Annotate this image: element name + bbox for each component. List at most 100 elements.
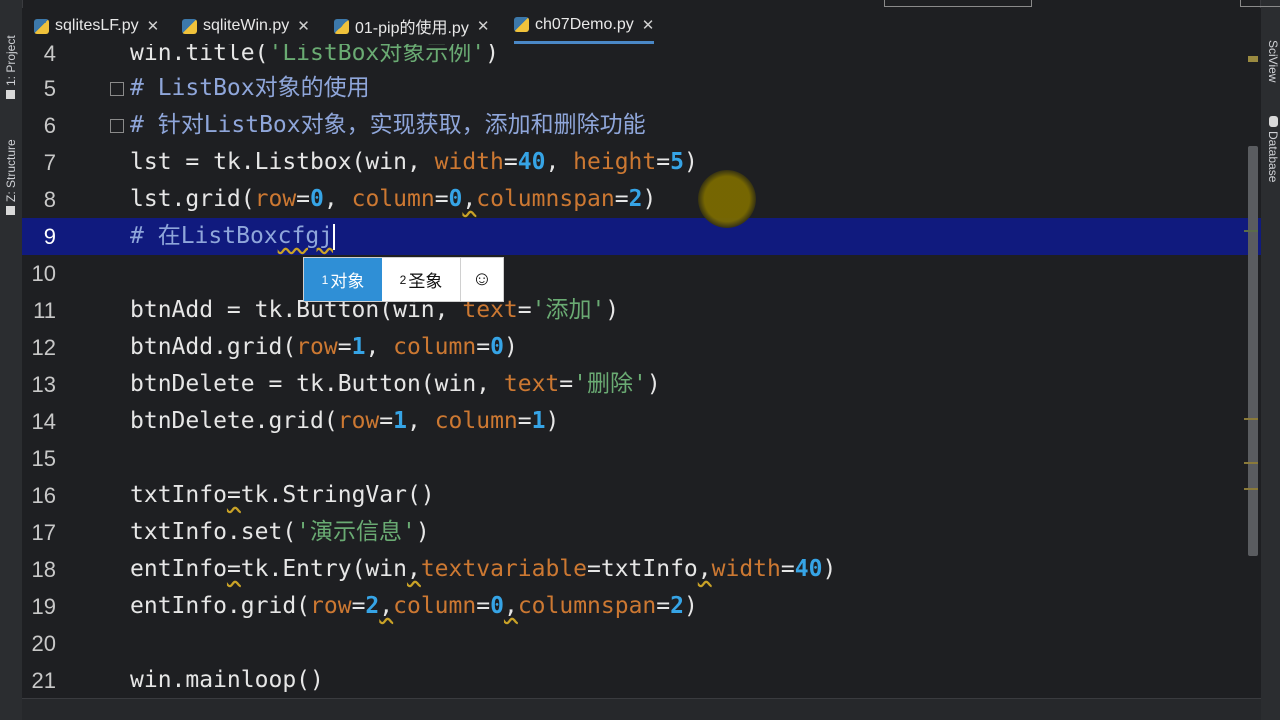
- close-icon[interactable]: ✕: [642, 16, 655, 34]
- ime-candidate-2[interactable]: 2 圣象: [382, 258, 461, 301]
- line-number: 19: [31, 594, 56, 619]
- code-text: lst = tk.Listbox(win, width=40, height=5…: [130, 149, 698, 175]
- code-line: 19 entInfo.grid(row=2,column=0,columnspa…: [22, 588, 1261, 625]
- candidate-index: 2: [399, 272, 407, 287]
- line-number: 14: [31, 409, 56, 434]
- line-number: 5: [43, 76, 56, 101]
- error-stripe-marker[interactable]: [1244, 230, 1258, 232]
- tab-label: sqliteWin.py: [203, 17, 290, 34]
- python-file-icon: [182, 18, 197, 34]
- code-text: # 针对ListBox对象，实现获取，添加和删除功能: [130, 112, 646, 138]
- code-text: # ListBox对象的使用: [130, 75, 370, 101]
- tab-label: 01-pip的使用.py: [355, 20, 469, 37]
- code-text: lst.grid(row=0, column=0,columnspan=2): [130, 186, 657, 212]
- error-stripe-marker[interactable]: [1244, 462, 1258, 464]
- folder-icon: [6, 90, 16, 99]
- candidate-text: 圣象: [408, 272, 443, 291]
- close-icon[interactable]: ✕: [297, 17, 310, 35]
- close-icon[interactable]: ✕: [477, 17, 490, 35]
- tab-ch07demo[interactable]: ch07Demo.py ✕: [514, 8, 655, 44]
- line-number: 8: [43, 187, 56, 212]
- mouse-cursor-highlight: [698, 170, 756, 228]
- code-text: entInfo=tk.Entry(win,textvariable=txtInf…: [130, 556, 837, 582]
- code-text: win.mainloop(): [130, 667, 324, 693]
- python-file-icon: [334, 18, 349, 34]
- line-number: 6: [43, 113, 56, 138]
- code-line: 7 lst = tk.Listbox(win, width=40, height…: [22, 144, 1261, 181]
- toolbar-edge: [1240, 0, 1280, 7]
- code-line: 16 txtInfo=tk.StringVar(): [22, 477, 1261, 514]
- line-number: 15: [31, 446, 56, 471]
- fold-icon[interactable]: [110, 119, 124, 133]
- line-number: 4: [43, 44, 56, 66]
- line-number: 9: [43, 224, 56, 249]
- fold-icon[interactable]: [110, 82, 124, 96]
- code-line: 12 btnAdd.grid(row=1, column=0): [22, 329, 1261, 366]
- python-file-icon: [514, 17, 529, 32]
- bottom-tool-strip: [22, 698, 1261, 720]
- candidate-index: 1: [321, 272, 329, 287]
- sciview-tab-label: SciView: [1266, 40, 1280, 83]
- line-number: 13: [31, 372, 56, 397]
- line-number: 7: [43, 150, 56, 175]
- structure-tool-tab[interactable]: Z: Structure: [2, 126, 20, 218]
- code-line: 13 btnDelete = tk.Button(win, text='删除'): [22, 366, 1261, 403]
- right-tool-strip: SciView Database: [1260, 0, 1280, 720]
- error-stripe-marker[interactable]: [1244, 418, 1258, 420]
- code-line: 5 # ListBox对象的使用: [22, 70, 1261, 107]
- code-text: win.title('ListBox对象示例'): [130, 44, 499, 66]
- code-line: 17 txtInfo.set('演示信息'): [22, 514, 1261, 551]
- tab-sqliteslf[interactable]: sqlitesLF.py ✕: [34, 8, 159, 44]
- line-number: 11: [33, 298, 56, 323]
- ime-candidate-popup: 1 对象 2 圣象 ☺: [303, 257, 504, 302]
- close-icon[interactable]: ✕: [147, 17, 160, 35]
- emoji-icon[interactable]: ☺: [461, 258, 503, 301]
- line-number: 12: [31, 335, 56, 360]
- project-tool-tab[interactable]: 1: Project: [2, 20, 20, 102]
- inspection-status-marker[interactable]: [1248, 56, 1258, 62]
- candidate-text: 对象: [330, 272, 365, 291]
- tab-pip-usage[interactable]: 01-pip的使用.py ✕: [334, 8, 489, 44]
- editor-scrollbar[interactable]: [1248, 146, 1258, 556]
- line-number: 21: [31, 668, 56, 693]
- error-stripe-marker[interactable]: [1244, 488, 1258, 490]
- line-number: 20: [31, 631, 56, 656]
- python-file-icon: [34, 18, 49, 34]
- code-line: 6 # 针对ListBox对象，实现获取，添加和删除功能: [22, 107, 1261, 144]
- line-number: 17: [31, 520, 56, 545]
- toolbar-field-edge: [884, 0, 1032, 7]
- code-text: entInfo.grid(row=2,column=0,columnspan=2…: [130, 593, 698, 619]
- tab-label: sqlitesLF.py: [55, 17, 139, 34]
- current-line: 9 # 在ListBoxcfgj: [22, 218, 1261, 255]
- database-icon: [1268, 116, 1278, 127]
- code-line: 8 lst.grid(row=0, column=0,columnspan=2): [22, 181, 1261, 218]
- line-number: 10: [31, 261, 56, 286]
- code-line: 4 win.title('ListBox对象示例'): [22, 44, 1261, 72]
- tab-label: ch07Demo.py: [535, 15, 634, 33]
- database-tab-label: Database: [1266, 131, 1280, 183]
- line-number: 18: [31, 557, 56, 582]
- line-number: 16: [31, 483, 56, 508]
- code-text: btnDelete.grid(row=1, column=1): [130, 408, 560, 434]
- editor-tab-bar: sqlitesLF.py ✕ sqliteWin.py ✕ 01-pip的使用.…: [22, 8, 1261, 44]
- code-line: 21 win.mainloop(): [22, 662, 1261, 699]
- ime-candidate-1[interactable]: 1 对象: [304, 258, 382, 301]
- structure-tab-label: Z: Structure: [4, 139, 18, 202]
- code-line: 10: [22, 255, 1261, 292]
- code-text: btnDelete = tk.Button(win, text='删除'): [130, 371, 661, 397]
- code-text: btnAdd.grid(row=1, column=0): [130, 334, 518, 360]
- database-tool-tab[interactable]: Database: [1262, 116, 1280, 182]
- code-editor[interactable]: 4 win.title('ListBox对象示例') 5 # ListBox对象…: [22, 44, 1261, 704]
- left-tool-strip: 1: Project Z: Structure: [0, 0, 23, 720]
- text-caret: [333, 223, 336, 250]
- code-line: 14 btnDelete.grid(row=1, column=1): [22, 403, 1261, 440]
- sciview-tool-tab[interactable]: SciView: [1262, 40, 1280, 82]
- project-tab-label: 1: Project: [4, 35, 18, 86]
- tab-sqlitewin[interactable]: sqliteWin.py ✕: [182, 8, 310, 44]
- code-line: 15: [22, 440, 1261, 477]
- code-text: # 在ListBoxcfgj: [130, 223, 336, 250]
- code-line: 20: [22, 625, 1261, 662]
- code-line: 11 btnAdd = tk.Button(win, text='添加'): [22, 292, 1261, 329]
- code-text: txtInfo=tk.StringVar(): [130, 482, 435, 508]
- structure-icon: [6, 206, 16, 215]
